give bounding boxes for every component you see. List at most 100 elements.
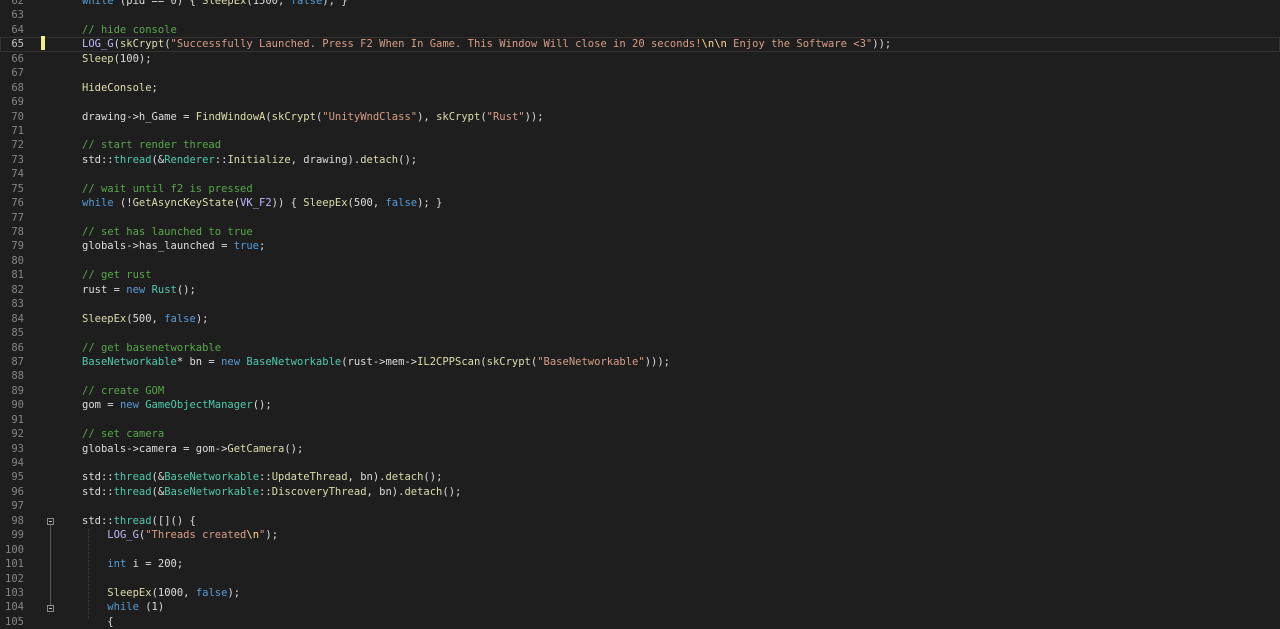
code-line[interactable]: 104 while (1)	[0, 600, 1280, 614]
unsaved-change-marker	[41, 36, 45, 50]
code-line[interactable]: 84 SleepEx(500, false);	[0, 312, 1280, 326]
code-line[interactable]: 79 globals->has_launched = true;	[0, 239, 1280, 253]
line-number: 97	[11, 500, 24, 513]
code-line[interactable]: 76 while (!GetAsyncKeyState(VK_F2)) { Sle…	[0, 196, 1280, 210]
code-token: // create GOM	[82, 384, 165, 397]
code-text[interactable]: globals->camera = gom->GetCamera();	[82, 442, 303, 456]
code-text[interactable]: HideConsole;	[82, 81, 158, 95]
line-number: 73	[11, 153, 24, 166]
code-text[interactable]: LOG_G("Threads created\n");	[82, 528, 278, 542]
line-number: 102	[5, 572, 24, 585]
code-text[interactable]: BaseNetworkable* bn = new BaseNetworkabl…	[82, 355, 670, 369]
code-line[interactable]: 89 // create GOM	[0, 384, 1280, 398]
code-line[interactable]: 69	[0, 95, 1280, 109]
code-token: GetAsyncKeyState	[132, 197, 234, 210]
collapse-region-icon[interactable]	[47, 518, 54, 526]
code-line[interactable]: 85	[0, 326, 1280, 340]
code-line[interactable]: 78 // set has launched to true	[0, 225, 1280, 239]
code-text[interactable]: int i = 200;	[82, 557, 183, 571]
code-line[interactable]: 75 // wait until f2 is pressed	[0, 182, 1280, 196]
code-line[interactable]: 96 std::thread(&BaseNetworkable::Discover…	[0, 485, 1280, 499]
code-text[interactable]: std::thread([]() {	[82, 514, 196, 528]
code-line[interactable]: 92 // set camera	[0, 427, 1280, 441]
code-line[interactable]: 88	[0, 369, 1280, 383]
code-token: detach	[404, 485, 443, 498]
collapse-region-icon[interactable]	[47, 604, 54, 612]
code-text[interactable]: // create GOM	[82, 384, 164, 398]
code-line[interactable]: 65 LOG_G(skCrypt("Successfully Launched. …	[0, 37, 1280, 52]
code-text[interactable]: while (pid == 0) { SleepEx(1500, false);…	[82, 0, 348, 8]
code-text[interactable]: SleepEx(1000, false);	[82, 586, 240, 600]
code-line[interactable]: 77	[0, 211, 1280, 225]
code-text[interactable]: std::thread(&BaseNetworkable::UpdateThre…	[82, 470, 442, 484]
code-token: GetCamera	[227, 442, 285, 455]
line-number: 103	[5, 586, 24, 599]
code-line[interactable]: 98 std::thread([]() {	[0, 514, 1280, 528]
code-line[interactable]: 71	[0, 124, 1280, 138]
code-text[interactable]: gom = new GameObjectManager();	[82, 398, 272, 412]
code-token: Renderer	[164, 153, 215, 166]
code-text[interactable]: drawing->h_Game = FindWindowA(skCrypt("U…	[82, 110, 544, 124]
code-text[interactable]: std::thread(&BaseNetworkable::DiscoveryT…	[82, 485, 461, 499]
code-line[interactable]: 100	[0, 543, 1280, 557]
line-number: 80	[11, 254, 24, 267]
code-text[interactable]: rust = new Rust();	[82, 283, 196, 297]
code-text[interactable]: while (!GetAsyncKeyState(VK_F2)) { Sleep…	[82, 196, 442, 210]
code-token: // set camera	[82, 428, 165, 441]
code-line[interactable]: 105 {	[0, 615, 1280, 629]
line-number: 93	[11, 442, 24, 455]
code-line[interactable]: 81 // get rust	[0, 268, 1280, 282]
line-number: 63	[11, 9, 24, 22]
code-line[interactable]: 74	[0, 167, 1280, 181]
code-text[interactable]: {	[82, 615, 113, 629]
code-line[interactable]: 93 globals->camera = gom->GetCamera();	[0, 442, 1280, 456]
code-line[interactable]: 83	[0, 297, 1280, 311]
code-text[interactable]: LOG_G(skCrypt("Successfully Launched. Pr…	[82, 37, 891, 51]
code-line[interactable]: 102	[0, 572, 1280, 586]
code-token: (100);	[113, 52, 152, 65]
code-line[interactable]: 86 // get basenetworkable	[0, 341, 1280, 355]
code-text[interactable]: // wait until f2 is pressed	[82, 182, 253, 196]
code-line[interactable]: 62 while (pid == 0) { SleepEx(1500, false…	[0, 0, 1280, 8]
line-number: 98	[11, 514, 24, 527]
code-text[interactable]: // set camera	[82, 427, 164, 441]
code-line[interactable]: 66 Sleep(100);	[0, 52, 1280, 66]
code-line[interactable]: 67	[0, 66, 1280, 80]
code-editor[interactable]: 62 while (pid == 0) { SleepEx(1500, false…	[0, 0, 1280, 629]
code-text[interactable]: // hide console	[82, 23, 177, 37]
code-text[interactable]: Sleep(100);	[82, 52, 152, 66]
code-token: (pid == 0) {	[113, 0, 203, 7]
code-text[interactable]: // start render thread	[82, 138, 221, 152]
code-line[interactable]: 91	[0, 413, 1280, 427]
code-line[interactable]: 87 BaseNetworkable* bn = new BaseNetworka…	[0, 355, 1280, 369]
code-line[interactable]: 95 std::thread(&BaseNetworkable::UpdateTh…	[0, 470, 1280, 484]
code-text[interactable]: // get basenetworkable	[82, 341, 221, 355]
code-line[interactable]: 80	[0, 254, 1280, 268]
code-line[interactable]: 68 HideConsole;	[0, 81, 1280, 95]
code-line[interactable]: 99 LOG_G("Threads created\n");	[0, 528, 1280, 542]
line-number: 79	[11, 240, 24, 253]
code-line[interactable]: 94	[0, 456, 1280, 470]
code-line[interactable]: 82 rust = new Rust();	[0, 283, 1280, 297]
code-line[interactable]: 90 gom = new GameObjectManager();	[0, 398, 1280, 412]
code-text[interactable]: SleepEx(500, false);	[82, 312, 208, 326]
code-token: Initialize	[227, 153, 291, 166]
code-line[interactable]: 97	[0, 499, 1280, 513]
code-line[interactable]: 73 std::thread(&Renderer::Initialize, dra…	[0, 153, 1280, 167]
code-token: * bn =	[176, 355, 222, 368]
code-line[interactable]: 70 drawing->h_Game = FindWindowA(skCrypt(…	[0, 110, 1280, 124]
code-text[interactable]: globals->has_launched = true;	[82, 239, 265, 253]
code-line[interactable]: 103 SleepEx(1000, false);	[0, 586, 1280, 600]
code-text[interactable]: std::thread(&Renderer::Initialize, drawi…	[82, 153, 417, 167]
code-text[interactable]: // get rust	[82, 268, 152, 282]
code-line[interactable]: 64 // hide console	[0, 23, 1280, 37]
code-line[interactable]: 101 int i = 200;	[0, 557, 1280, 571]
code-token: "Rust"	[486, 110, 525, 123]
code-text[interactable]: // set has launched to true	[82, 225, 253, 239]
code-text[interactable]: while (1)	[82, 600, 164, 614]
code-line[interactable]: 63	[0, 8, 1280, 22]
code-line[interactable]: 72 // start render thread	[0, 138, 1280, 152]
code-token: ));	[524, 110, 544, 123]
